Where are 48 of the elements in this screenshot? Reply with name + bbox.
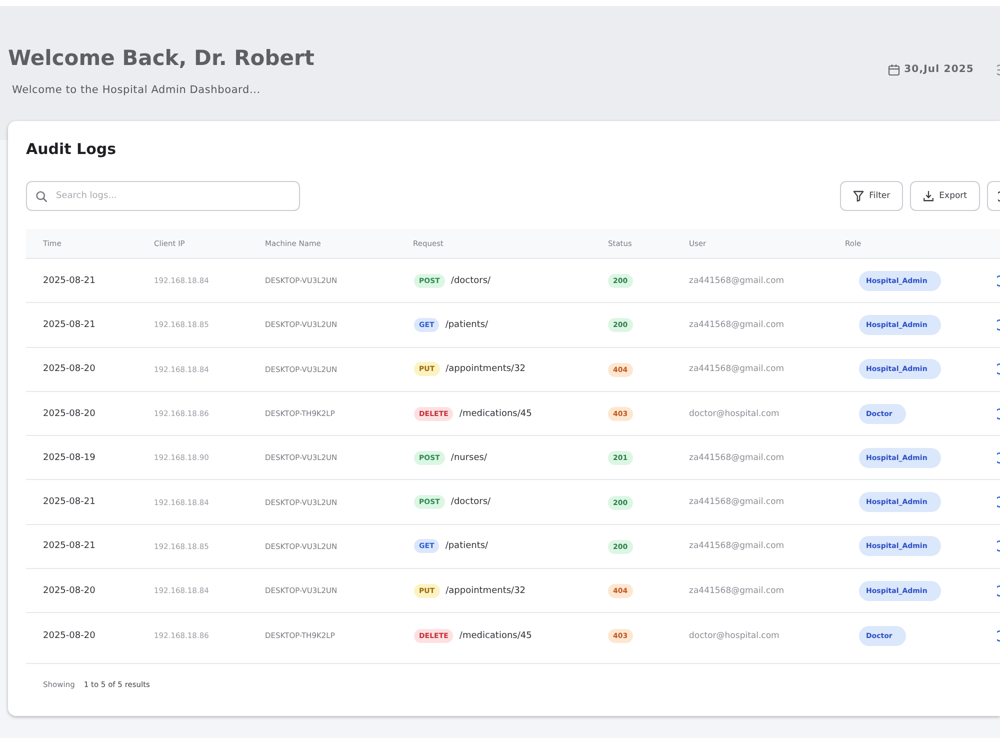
- ring-icon[interactable]: [997, 540, 1000, 552]
- user-email: za441568@gmail.com: [689, 541, 784, 552]
- request-path: /appointments/32: [446, 586, 526, 596]
- export-button[interactable]: Export: [910, 181, 980, 211]
- user-email: za441568@gmail.com: [689, 497, 784, 508]
- user-email: za441568@gmail.com: [689, 276, 784, 286]
- calendar-icon: [888, 64, 900, 76]
- request-path: /medications/45: [459, 408, 532, 419]
- user-email: doctor@hospital.com: [689, 408, 780, 419]
- time-text: 2025-08-20: [43, 364, 96, 374]
- user-email: za441568@gmail.com: [689, 320, 784, 330]
- time-text: 2025-08-21: [43, 276, 96, 286]
- search-icon: [36, 190, 47, 202]
- ring-icon[interactable]: [997, 274, 1000, 287]
- circle-icon[interactable]: [997, 64, 1000, 76]
- download-icon: [923, 190, 934, 202]
- card-title: Audit Logs: [26, 140, 118, 158]
- ring-icon[interactable]: [997, 496, 1000, 508]
- time-text: 2025-08-20: [43, 408, 96, 419]
- user-email: za441568@gmail.com: [689, 586, 784, 596]
- time-text: 2025-08-20: [43, 630, 96, 641]
- ring-icon[interactable]: [997, 363, 1000, 376]
- user-email: za441568@gmail.com: [689, 452, 784, 463]
- request-path: /doctors/: [450, 497, 491, 508]
- request-path: /doctors/: [450, 276, 491, 286]
- filter-icon: [853, 190, 864, 202]
- time-text: 2025-08-20: [43, 586, 96, 596]
- ring-icon[interactable]: [997, 584, 1000, 597]
- filter-button[interactable]: Filter: [840, 181, 904, 211]
- request-path: /nurses/: [450, 452, 487, 463]
- request-path: /patients/: [445, 541, 488, 552]
- time-text: 2025-08-21: [43, 497, 96, 508]
- ring-icon[interactable]: [997, 630, 1000, 642]
- ring-icon[interactable]: [997, 408, 1000, 420]
- time-text: 2025-08-21: [43, 320, 96, 330]
- request-path: /appointments/32: [446, 364, 526, 374]
- time-text: 2025-08-21: [43, 541, 96, 552]
- user-email: za441568@gmail.com: [689, 364, 784, 374]
- ring-icon[interactable]: [997, 318, 1000, 331]
- user-email: doctor@hospital.com: [689, 630, 780, 641]
- welcome-subtitle: Welcome to the Hospital Admin Dashboard...: [12, 84, 262, 97]
- time-text: 2025-08-19: [43, 452, 96, 463]
- ring-icon[interactable]: [997, 452, 1000, 464]
- search-field[interactable]: Search logs...: [26, 181, 300, 211]
- request-path: /patients/: [445, 320, 488, 330]
- request-path: /medications/45: [459, 630, 532, 641]
- current-date: 30,Jul 2025: [904, 63, 974, 77]
- welcome-title: Welcome Back, Dr. Robert: [8, 46, 314, 71]
